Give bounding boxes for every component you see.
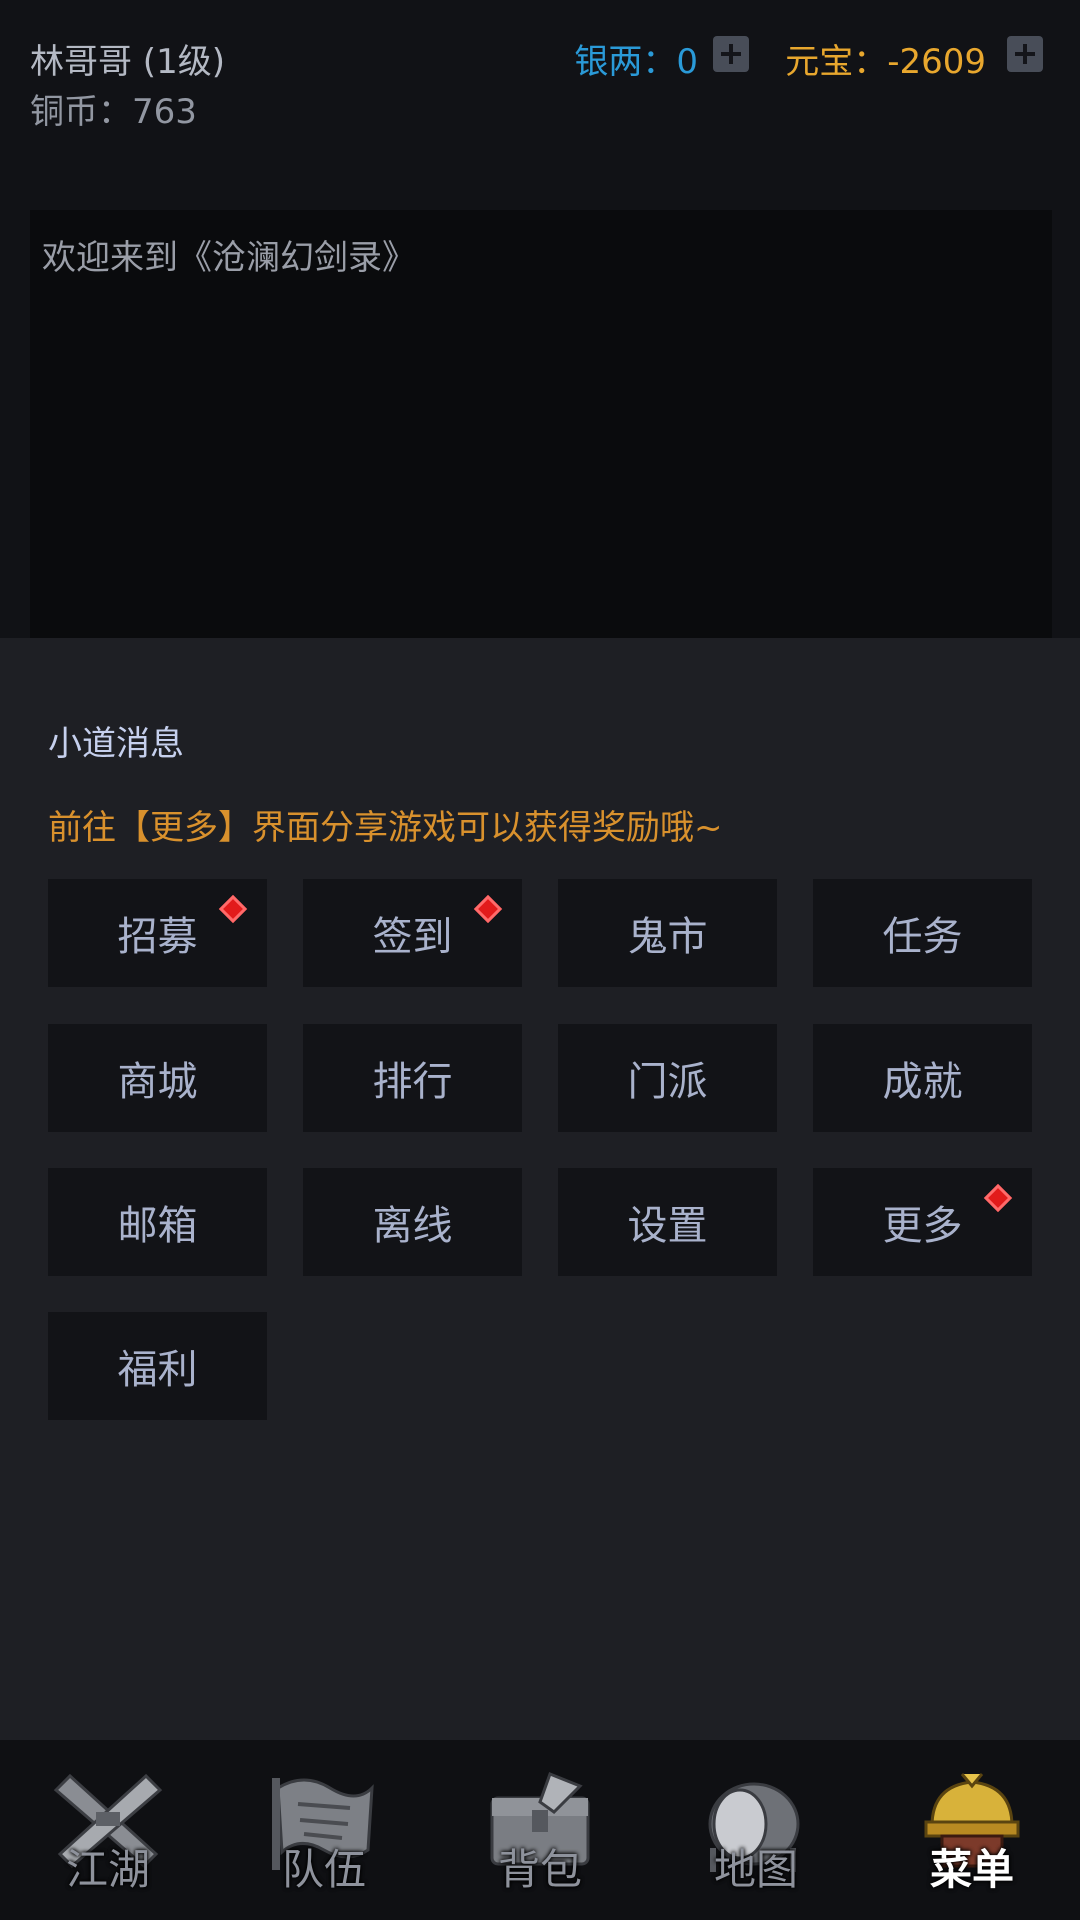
settings-button-label: 设置: [627, 1203, 708, 1249]
tip-message: 前往【更多】界面分享游戏可以获得奖励哦~: [48, 808, 723, 848]
copper-balance: 铜币：763: [30, 92, 197, 132]
achievement-button[interactable]: 成就: [813, 1024, 1032, 1132]
section-title: 小道消息: [48, 724, 184, 764]
nav-label: 队伍: [281, 1845, 366, 1894]
notification-badge-icon: [473, 894, 503, 924]
status-header: 林哥哥 (1级) 铜币：763 银两：0 元宝：-2609: [0, 0, 1080, 210]
shop-button-label: 商城: [117, 1059, 198, 1105]
welcome-message: 欢迎来到《沧澜幻剑录》: [42, 238, 416, 278]
nav-label: 江湖: [65, 1845, 150, 1894]
sect-button[interactable]: 门派: [558, 1024, 777, 1132]
notification-badge-icon: [218, 894, 248, 924]
message-log-panel[interactable]: 欢迎来到《沧澜幻剑录》: [30, 210, 1052, 638]
mailbox-button-label: 邮箱: [117, 1203, 198, 1249]
more-button-label: 更多: [882, 1203, 963, 1249]
quest-button-label: 任务: [882, 914, 963, 960]
nav-label: 菜单: [929, 1845, 1014, 1894]
recruit-button[interactable]: 招募: [48, 879, 267, 987]
ingot-balance: 元宝：-2609: [785, 42, 986, 82]
nav-item-backpack[interactable]: 背包: [432, 1740, 648, 1920]
achievement-button-label: 成就: [882, 1059, 963, 1105]
menu-panel: 小道消息 前往【更多】界面分享游戏可以获得奖励哦~ 招募 签到 鬼市 任务 商城…: [0, 638, 1080, 1740]
add-ingot-button[interactable]: [1007, 36, 1043, 72]
offline-button-label: 离线: [372, 1203, 453, 1249]
player-name: 林哥哥 (1级): [30, 42, 225, 82]
add-silver-button[interactable]: [713, 36, 749, 72]
nav-label: 背包: [497, 1845, 582, 1894]
checkin-button-label: 签到: [372, 914, 453, 960]
quest-button[interactable]: 任务: [813, 879, 1032, 987]
ghost-market-button-label: 鬼市: [627, 914, 708, 960]
settings-button[interactable]: 设置: [558, 1168, 777, 1276]
mailbox-button[interactable]: 邮箱: [48, 1168, 267, 1276]
shop-button[interactable]: 商城: [48, 1024, 267, 1132]
bottom-nav-bar: 江湖 队伍 背包 地图 菜单: [0, 1740, 1080, 1920]
more-button[interactable]: 更多: [813, 1168, 1032, 1276]
offline-button[interactable]: 离线: [303, 1168, 522, 1276]
nav-label: 地图: [713, 1845, 798, 1894]
notification-badge-icon: [983, 1183, 1013, 1213]
nav-item-menu[interactable]: 菜单: [864, 1740, 1080, 1920]
sect-button-label: 门派: [627, 1059, 708, 1105]
silver-balance: 银两：0: [574, 42, 698, 82]
ghost-market-button[interactable]: 鬼市: [558, 879, 777, 987]
nav-item-team[interactable]: 队伍: [216, 1740, 432, 1920]
recruit-button-label: 招募: [117, 914, 198, 960]
nav-item-map[interactable]: 地图: [648, 1740, 864, 1920]
welfare-button[interactable]: 福利: [48, 1312, 267, 1420]
nav-item-jianghu[interactable]: 江湖: [0, 1740, 216, 1920]
ranking-button-label: 排行: [372, 1059, 453, 1105]
welfare-button-label: 福利: [117, 1347, 198, 1393]
ranking-button[interactable]: 排行: [303, 1024, 522, 1132]
checkin-button[interactable]: 签到: [303, 879, 522, 987]
